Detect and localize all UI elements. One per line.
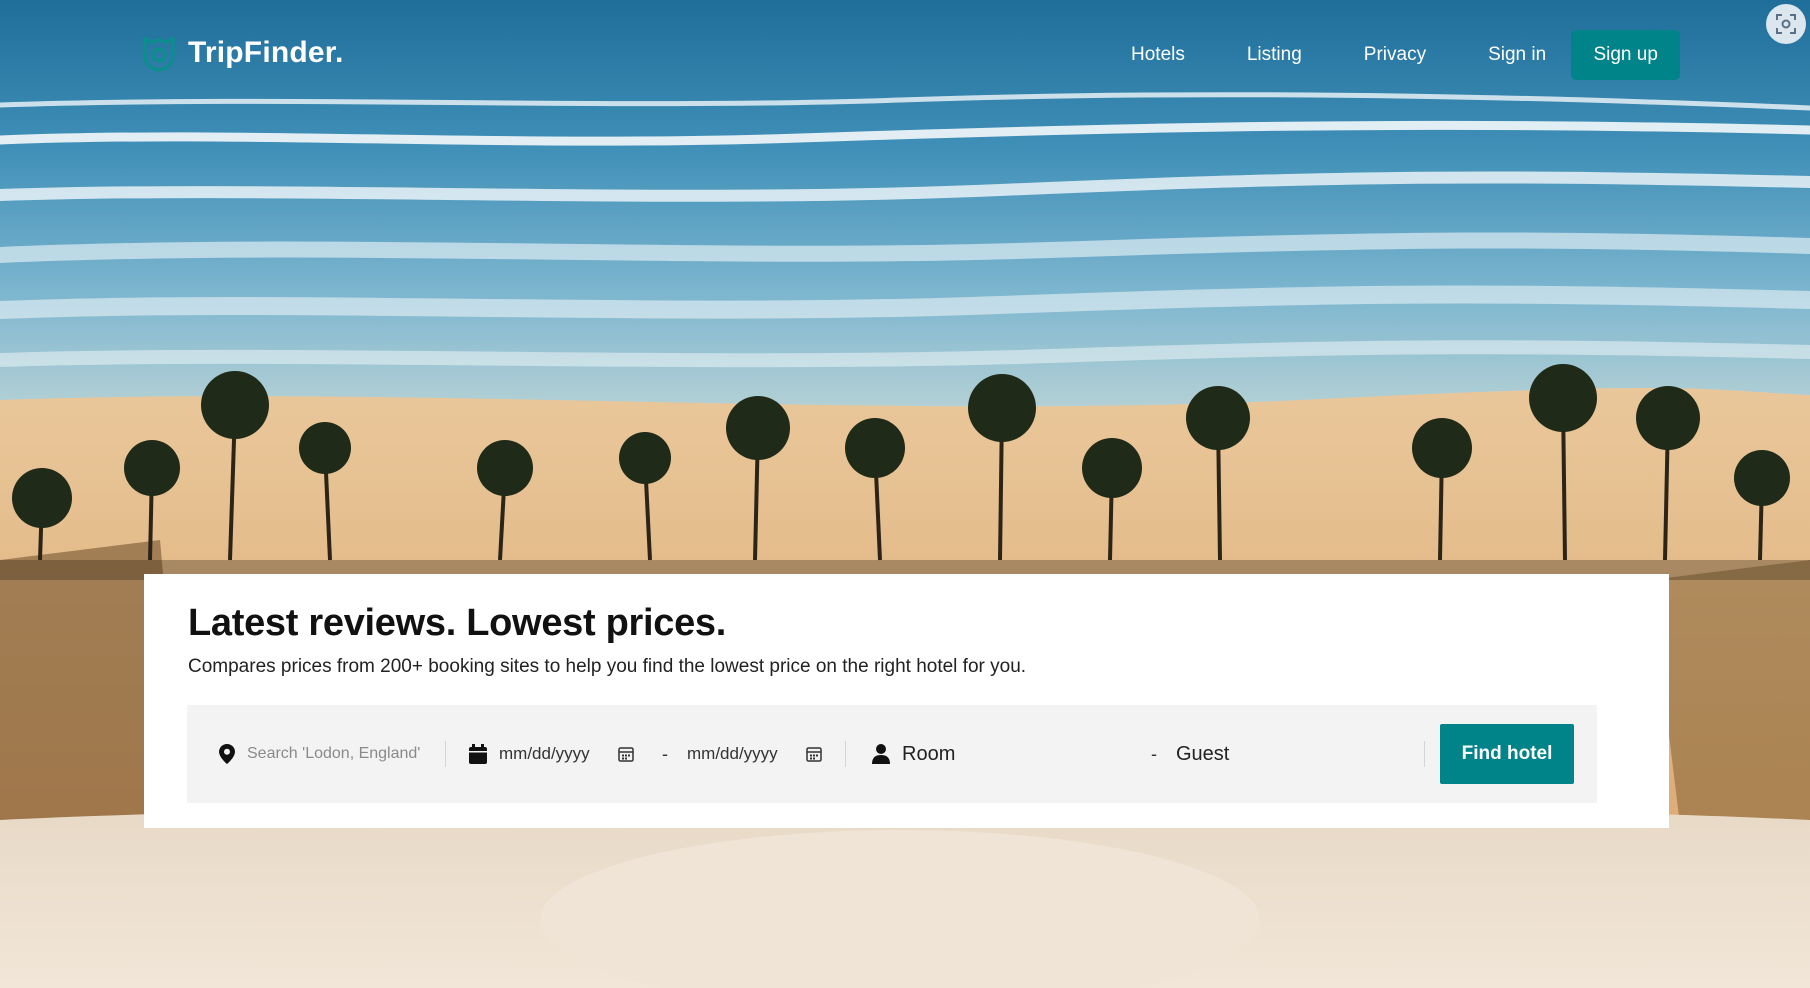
search-card: Latest reviews. Lowest prices. Compares … — [144, 574, 1669, 828]
sign-up-button[interactable]: Sign up — [1571, 30, 1681, 80]
field-divider — [1424, 741, 1425, 767]
brand-logo[interactable]: TripFinder. — [142, 34, 344, 72]
tripfinder-logo-icon — [143, 36, 175, 72]
guest-label[interactable]: Guest — [1176, 705, 1229, 803]
nav-link-hotels[interactable]: Hotels — [1100, 30, 1216, 80]
calendar-icon — [469, 744, 487, 764]
location-search-input[interactable]: Search 'Lodon, England' — [219, 705, 429, 803]
user-icon — [872, 744, 890, 764]
page-subtitle: Compares prices from 200+ booking sites … — [188, 656, 1027, 677]
main-nav: Hotels Listing Privacy Sign in Sign up — [1100, 30, 1681, 80]
room-guest-separator: - — [1151, 744, 1157, 764]
checkin-date-input[interactable]: mm/dd/yyyy — [469, 705, 634, 803]
site-header: TripFinder. Hotels Listing Privacy Sign … — [0, 0, 1810, 112]
checkout-date-input[interactable]: mm/dd/yyyy — [687, 705, 822, 803]
room-guest-selector[interactable]: Room — [872, 705, 955, 803]
page-title: Latest reviews. Lowest prices. — [188, 602, 727, 644]
hero-background-image — [0, 0, 1810, 988]
hotel-search-bar: Search 'Lodon, England' mm/dd/yyyy - mm/… — [187, 705, 1597, 803]
nav-link-sign-in[interactable]: Sign in — [1457, 30, 1577, 80]
checkout-date-placeholder: mm/dd/yyyy — [687, 744, 778, 763]
nav-link-privacy[interactable]: Privacy — [1333, 30, 1457, 80]
brand-name: TripFinder. — [188, 36, 344, 69]
date-range-separator: - — [662, 744, 668, 764]
field-divider — [445, 741, 446, 767]
calendar-small-icon[interactable] — [805, 746, 822, 762]
map-pin-icon — [219, 744, 235, 764]
room-label: Room — [902, 742, 956, 765]
field-divider — [845, 741, 846, 767]
checkin-date-placeholder: mm/dd/yyyy — [499, 744, 590, 763]
screenshot-capture-icon[interactable] — [1766, 4, 1806, 44]
location-placeholder: Search 'Lodon, England' — [247, 745, 421, 762]
find-hotel-button[interactable]: Find hotel — [1440, 724, 1574, 784]
calendar-small-icon[interactable] — [617, 746, 634, 762]
nav-link-listing[interactable]: Listing — [1216, 30, 1333, 80]
